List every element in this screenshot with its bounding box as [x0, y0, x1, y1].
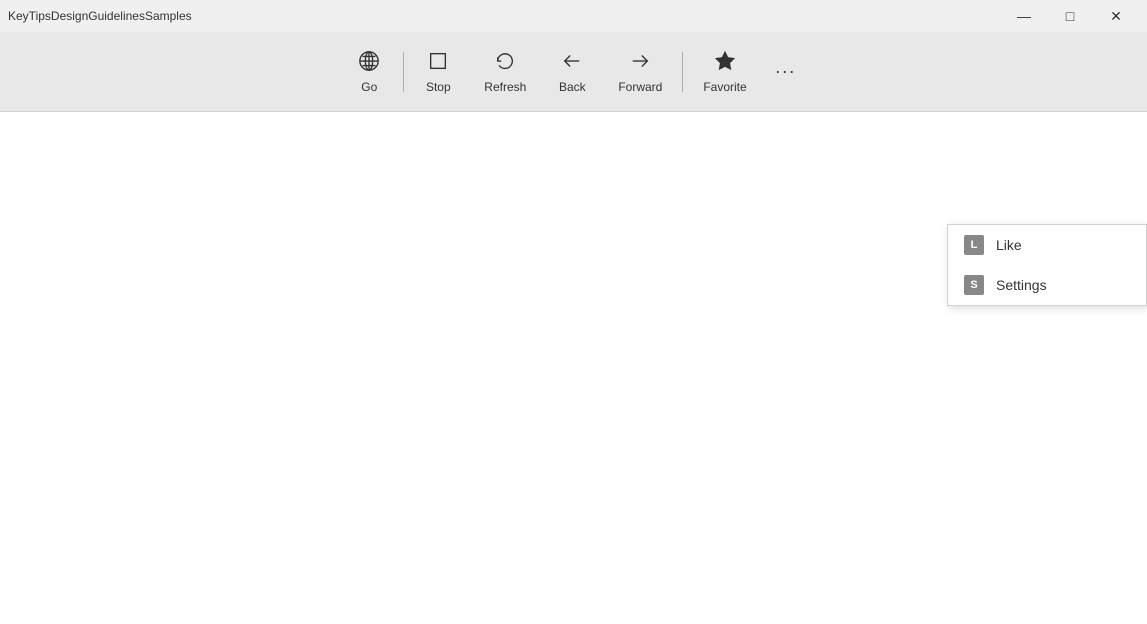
settings-keytip: S [964, 275, 984, 295]
go-label: Go [361, 80, 377, 94]
settings-label: Settings [996, 277, 1047, 293]
settings-menu-item[interactable]: S Settings [948, 265, 1146, 305]
favorite-button[interactable]: Favorite [687, 36, 762, 108]
forward-button[interactable]: Forward [602, 36, 678, 108]
back-label: Back [559, 80, 586, 94]
favorite-label: Favorite [703, 80, 746, 94]
back-icon [561, 50, 583, 76]
app-title: KeyTipsDesignGuidelinesSamples [8, 9, 192, 23]
minimize-button[interactable]: — [1001, 0, 1047, 32]
more-icon: ··· [775, 61, 796, 82]
toolbar: Go Stop Refresh Back [0, 32, 1147, 112]
stop-icon [427, 50, 449, 76]
forward-icon [629, 50, 651, 76]
forward-label: Forward [618, 80, 662, 94]
refresh-label: Refresh [484, 80, 526, 94]
refresh-icon [494, 50, 516, 76]
refresh-button[interactable]: Refresh [468, 36, 542, 108]
maximize-button[interactable]: □ [1047, 0, 1093, 32]
stop-label: Stop [426, 80, 451, 94]
more-button[interactable]: ··· [763, 36, 808, 108]
window-controls: — □ ✕ [1001, 0, 1139, 32]
close-button[interactable]: ✕ [1093, 0, 1139, 32]
separator-1 [403, 52, 404, 92]
title-bar: KeyTipsDesignGuidelinesSamples — □ ✕ [0, 0, 1147, 32]
dropdown-menu: L Like S Settings [947, 224, 1147, 306]
go-button[interactable]: Go [339, 36, 399, 108]
like-label: Like [996, 237, 1022, 253]
stop-button[interactable]: Stop [408, 36, 468, 108]
back-button[interactable]: Back [542, 36, 602, 108]
content-area: L Like S Settings [0, 112, 1147, 624]
star-icon [714, 50, 736, 76]
like-keytip: L [964, 235, 984, 255]
separator-2 [682, 52, 683, 92]
globe-icon [358, 50, 380, 76]
like-menu-item[interactable]: L Like [948, 225, 1146, 265]
